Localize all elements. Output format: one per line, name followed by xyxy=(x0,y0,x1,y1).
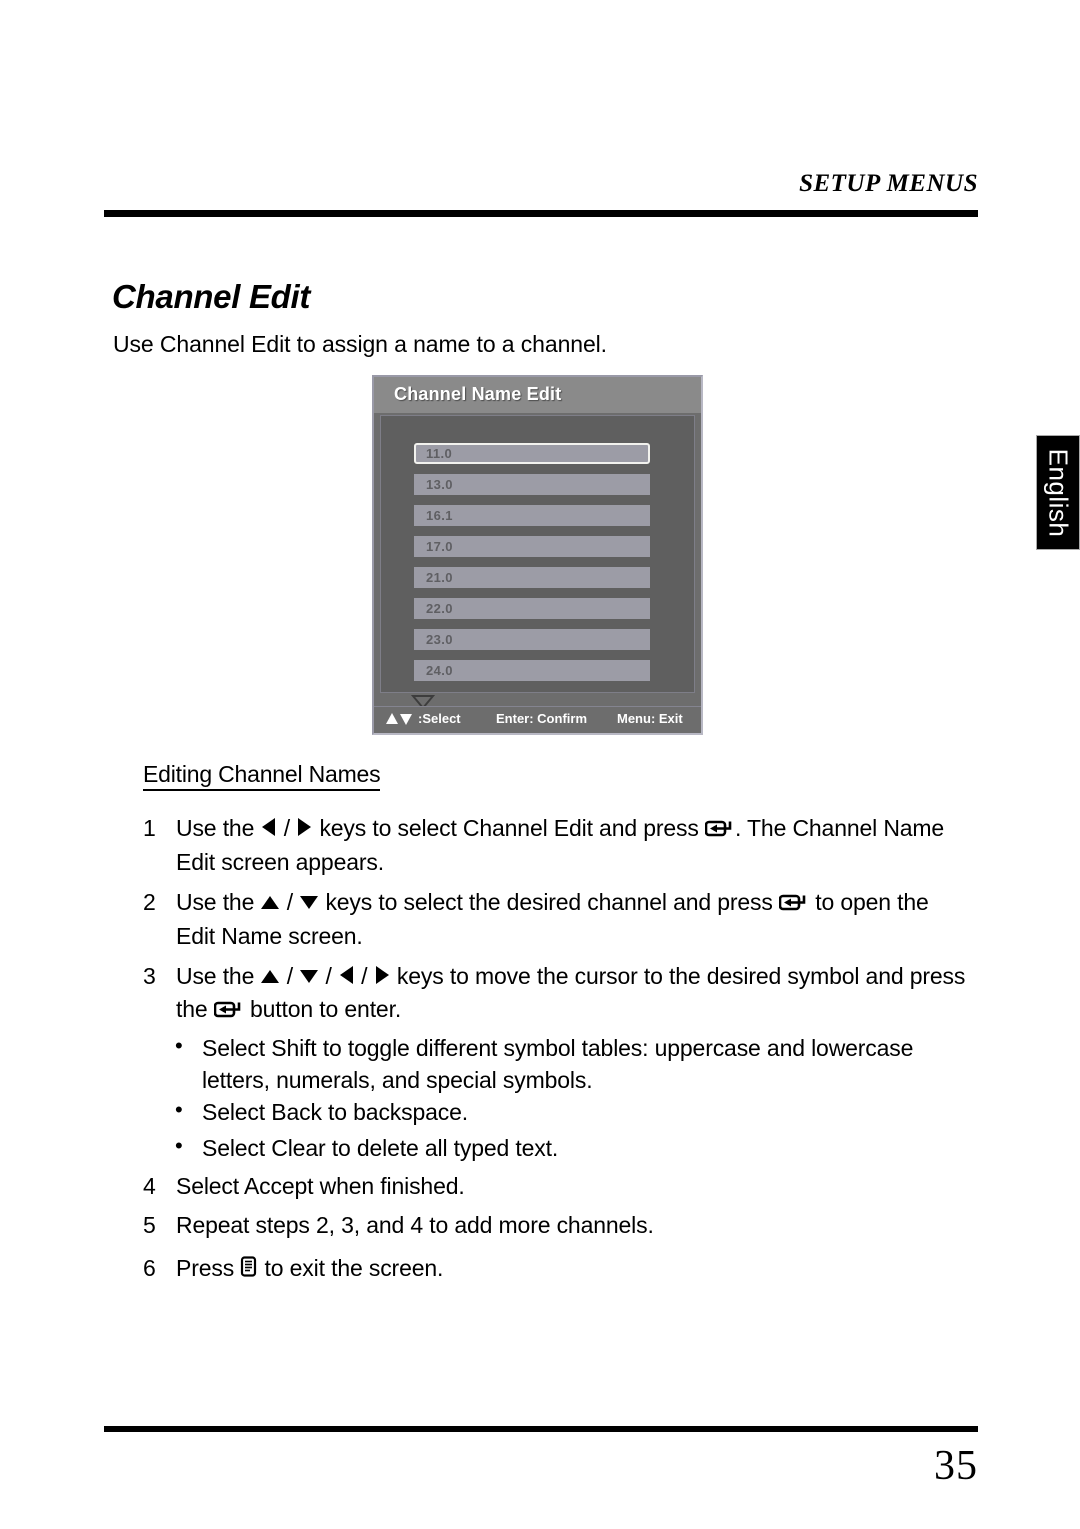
left-arrow-icon xyxy=(260,813,277,845)
intro-paragraph: Use Channel Edit to assign a name to a c… xyxy=(113,331,607,357)
running-head: SETUP MENUS xyxy=(799,170,978,197)
bullet-item: • Select Clear to delete all typed text. xyxy=(175,1132,975,1164)
step-text: Press to exit the screen. xyxy=(176,1252,843,1286)
osd-channel-label: 13.0 xyxy=(426,477,453,492)
menu-button-icon xyxy=(240,1254,258,1286)
up-down-arrows-icon xyxy=(386,712,414,729)
step-text: Use the / keys to select the desired cha… xyxy=(176,887,929,949)
osd-channel-label: 22.0 xyxy=(426,601,453,616)
up-arrow-icon xyxy=(260,887,280,919)
osd-channel-name-edit-panel: Channel Name Edit 11.0 13.0 16.1 17.0 21… xyxy=(372,375,703,735)
footer-rule xyxy=(104,1426,978,1432)
step-number: 3 xyxy=(143,963,156,989)
step-text-part: Use the xyxy=(176,815,261,841)
step-text-part: keys to select Channel Edit and press xyxy=(313,815,705,841)
step-text-part: to exit the screen. xyxy=(258,1255,444,1281)
osd-channel-row[interactable]: 16.1 xyxy=(414,505,650,526)
right-arrow-icon xyxy=(374,961,391,993)
step-text: Repeat steps 2, 3, and 4 to add more cha… xyxy=(176,1212,654,1238)
header-rule xyxy=(104,210,978,217)
osd-footer-select-label: :Select xyxy=(418,711,461,726)
step-number: 4 xyxy=(143,1173,156,1199)
osd-channel-label: 21.0 xyxy=(426,570,453,585)
procedure-subheading: Editing Channel Names xyxy=(143,761,381,791)
bullet-marker: • xyxy=(175,1133,183,1158)
osd-channel-row[interactable]: 17.0 xyxy=(414,536,650,557)
bullet-marker: • xyxy=(175,1033,183,1058)
enter-key-icon xyxy=(213,995,244,1027)
bullet-item: • Select Back to backspace. xyxy=(175,1096,975,1128)
osd-channel-label: 17.0 xyxy=(426,539,453,554)
language-side-tab-label: English xyxy=(1043,448,1074,537)
osd-channel-row[interactable]: 13.0 xyxy=(414,474,650,495)
osd-channel-label: 23.0 xyxy=(426,632,453,647)
step-number: 5 xyxy=(143,1212,156,1238)
step-text: Use the / keys to select Channel Edit an… xyxy=(176,813,945,875)
osd-channel-row[interactable]: 21.0 xyxy=(414,567,650,588)
osd-titlebar: Channel Name Edit xyxy=(374,377,701,413)
up-arrow-icon xyxy=(260,961,280,993)
right-arrow-icon xyxy=(296,813,313,845)
step-item: 1 Use the / keys to select Channel Edit … xyxy=(143,812,963,878)
osd-channel-row[interactable]: 24.0 xyxy=(414,660,650,681)
step-item: 3 Use the / / / keys to move the cursor … xyxy=(143,960,983,1027)
step-item: 6 Press to exit the screen. xyxy=(143,1252,843,1286)
osd-channel-list: 11.0 13.0 16.1 17.0 21.0 22.0 23.0 24.0 xyxy=(414,443,650,691)
step-number: 2 xyxy=(143,889,156,915)
down-arrow-icon xyxy=(299,887,319,919)
down-arrow-icon xyxy=(299,961,319,993)
step-item: 4 Select Accept when finished. xyxy=(143,1170,843,1202)
language-side-tab: English xyxy=(1036,435,1080,550)
osd-title: Channel Name Edit xyxy=(394,384,562,404)
bullet-text: Select Shift to toggle different symbol … xyxy=(202,1035,914,1093)
enter-key-icon xyxy=(704,814,735,846)
bullet-text: Select Back to backspace. xyxy=(202,1099,469,1125)
step-item: 5 Repeat steps 2, 3, and 4 to add more c… xyxy=(143,1209,843,1241)
bullet-marker: • xyxy=(175,1097,183,1122)
step-item: 2 Use the / keys to select the desired c… xyxy=(143,886,973,952)
osd-channel-label: 11.0 xyxy=(426,446,453,461)
step-text-part: Use the xyxy=(176,889,261,915)
step-text-part: keys to select the desired channel and p… xyxy=(319,889,779,915)
osd-channel-row[interactable]: 23.0 xyxy=(414,629,650,650)
osd-channel-row[interactable]: 11.0 xyxy=(414,443,650,464)
step-text-part: button to enter. xyxy=(243,996,402,1022)
osd-footer-enter-label: Enter: Confirm xyxy=(496,711,587,726)
bullet-text: Select Clear to delete all typed text. xyxy=(202,1135,559,1161)
step-text: Use the / / / keys to move the cursor to… xyxy=(176,960,983,1027)
step-number: 6 xyxy=(143,1255,156,1281)
osd-body: 11.0 13.0 16.1 17.0 21.0 22.0 23.0 24.0 xyxy=(380,415,695,710)
osd-channel-label: 24.0 xyxy=(426,663,453,678)
osd-footer-menu-label: Menu: Exit xyxy=(617,711,683,726)
osd-channel-row[interactable]: 22.0 xyxy=(414,598,650,619)
bullet-item: • Select Shift to toggle different symbo… xyxy=(175,1032,975,1096)
step-text-part: Use the xyxy=(176,963,261,989)
left-arrow-icon xyxy=(338,961,355,993)
osd-channel-label: 16.1 xyxy=(426,508,453,523)
page-number: 35 xyxy=(934,1443,978,1489)
enter-key-icon xyxy=(778,888,809,920)
osd-footer-bar: :Select Enter: Confirm Menu: Exit xyxy=(374,706,701,733)
step-text-part: Press xyxy=(176,1255,241,1281)
step-text: Select Accept when finished. xyxy=(176,1173,465,1199)
step-number: 1 xyxy=(143,815,156,841)
page-title: Channel Edit xyxy=(112,278,311,315)
